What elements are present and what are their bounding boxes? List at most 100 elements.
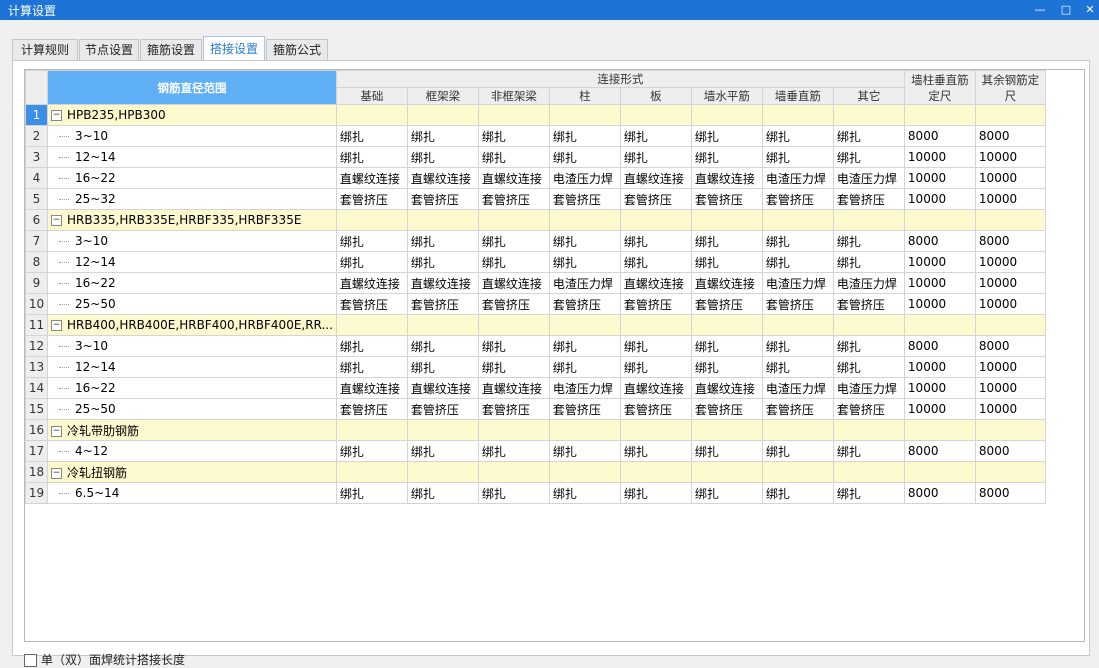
connection-cell[interactable] [761,104,834,126]
connection-cell[interactable] [974,104,1046,126]
connection-cell[interactable]: 绑扎 [406,251,479,273]
maximize-icon[interactable]: □ [1056,1,1076,19]
connection-cell[interactable] [548,104,621,126]
connection-cell[interactable] [974,209,1046,231]
connection-cell[interactable]: 10000 [974,251,1046,273]
connection-cell[interactable] [974,419,1046,441]
connection-cell[interactable]: 套管挤压 [335,188,408,210]
connection-cell[interactable]: 8000 [903,335,976,357]
connection-cell[interactable]: 绑扎 [832,146,905,168]
connection-cell[interactable]: 电渣压力焊 [548,272,621,294]
tab-node-settings[interactable]: 节点设置 [79,39,139,60]
connection-cell[interactable]: 10000 [903,188,976,210]
connection-cell[interactable]: 套管挤压 [619,188,692,210]
connection-cell[interactable]: 绑扎 [548,482,621,504]
connection-cell[interactable]: 直螺纹连接 [690,377,763,399]
group-row[interactable]: 1− HPB235,HPB300 [25,104,1046,126]
connection-cell[interactable]: 绑扎 [619,440,692,462]
connection-cell[interactable]: 绑扎 [690,251,763,273]
connection-cell[interactable] [690,419,763,441]
collapse-icon[interactable]: − [51,320,62,331]
row-number[interactable]: 17 [25,440,48,462]
connection-cell[interactable] [903,104,976,126]
range-cell[interactable]: − HRB400,HRB400E,HRBF400,HRBF400E,RR... [47,314,337,336]
connection-cell[interactable]: 10000 [974,377,1046,399]
connection-cell[interactable]: 8000 [974,230,1046,252]
collapse-icon[interactable]: − [51,215,62,226]
range-cell[interactable]: − 冷轧带肋钢筋 [47,419,337,441]
connection-cell[interactable] [548,419,621,441]
connection-cell[interactable]: 绑扎 [406,125,479,147]
connection-cell[interactable]: 套管挤压 [477,398,550,420]
connection-cell[interactable] [619,314,692,336]
connection-cell[interactable] [974,314,1046,336]
range-cell[interactable]: 25~50 [47,293,337,315]
connection-cell[interactable]: 绑扎 [761,251,834,273]
connection-cell[interactable] [761,209,834,231]
connection-cell[interactable]: 套管挤压 [832,188,905,210]
row-number[interactable]: 1 [25,104,48,126]
connection-cell[interactable]: 绑扎 [619,482,692,504]
table-row[interactable]: 7 3~10 绑扎 绑扎 绑扎 绑扎 绑扎 绑扎 绑扎 绑扎 8000 8000 [25,230,1046,252]
header-wall-column-length[interactable]: 墙柱垂直筋定尺 [903,70,976,105]
connection-cell[interactable]: 绑扎 [832,230,905,252]
connection-cell[interactable] [406,461,479,483]
connection-cell[interactable]: 电渣压力焊 [548,377,621,399]
connection-cell[interactable]: 绑扎 [761,125,834,147]
connection-cell[interactable] [335,461,408,483]
connection-cell[interactable]: 电渣压力焊 [832,167,905,189]
connection-cell[interactable]: 电渣压力焊 [761,272,834,294]
connection-cell[interactable]: 直螺纹连接 [406,377,479,399]
table-row[interactable]: 17 4~12 绑扎 绑扎 绑扎 绑扎 绑扎 绑扎 绑扎 绑扎 8000 8000 [25,440,1046,462]
connection-cell[interactable]: 绑扎 [406,356,479,378]
range-cell[interactable]: 3~10 [47,125,337,147]
connection-cell[interactable]: 电渣压力焊 [832,377,905,399]
row-number[interactable]: 16 [25,419,48,441]
tab-calc-rules[interactable]: 计算规则 [12,39,78,60]
connection-cell[interactable] [548,461,621,483]
group-row[interactable]: 16− 冷轧带肋钢筋 [25,419,1046,441]
connection-cell[interactable] [619,104,692,126]
collapse-icon[interactable]: − [51,110,62,121]
connection-cell[interactable]: 直螺纹连接 [335,272,408,294]
connection-cell[interactable]: 套管挤压 [335,293,408,315]
connection-cell[interactable]: 8000 [974,482,1046,504]
connection-cell[interactable] [548,314,621,336]
connection-cell[interactable]: 绑扎 [761,230,834,252]
connection-cell[interactable]: 套管挤压 [690,398,763,420]
row-number[interactable]: 11 [25,314,48,336]
range-cell[interactable]: 16~22 [47,167,337,189]
range-cell[interactable]: − HRB335,HRB335E,HRBF335,HRBF335E [47,209,337,231]
connection-cell[interactable]: 直螺纹连接 [335,377,408,399]
connection-cell[interactable]: 绑扎 [761,146,834,168]
table-row[interactable]: 4 16~22 直螺纹连接 直螺纹连接 直螺纹连接 电渣压力焊 直螺纹连接 直螺纹连接 电渣压力… [25,167,1046,189]
connection-cell[interactable] [406,209,479,231]
connection-cell[interactable]: 套管挤压 [477,293,550,315]
connection-cell[interactable]: 直螺纹连接 [477,377,550,399]
connection-cell[interactable]: 绑扎 [406,335,479,357]
range-cell[interactable]: 3~10 [47,335,337,357]
connection-cell[interactable]: 绑扎 [477,125,550,147]
connection-cell[interactable]: 套管挤压 [406,398,479,420]
connection-cell[interactable]: 绑扎 [761,335,834,357]
connection-cell[interactable]: 套管挤压 [477,188,550,210]
connection-cell[interactable]: 10000 [903,398,976,420]
connection-cell[interactable]: 套管挤压 [406,293,479,315]
connection-cell[interactable] [406,419,479,441]
range-cell[interactable]: 25~50 [47,398,337,420]
connection-cell[interactable]: 直螺纹连接 [619,272,692,294]
connection-cell[interactable]: 直螺纹连接 [690,272,763,294]
connection-cell[interactable] [832,419,905,441]
connection-cell[interactable]: 绑扎 [832,356,905,378]
table-row[interactable]: 9 16~22 直螺纹连接 直螺纹连接 直螺纹连接 电渣压力焊 直螺纹连接 直螺纹连接 电渣压力… [25,272,1046,294]
connection-cell[interactable]: 10000 [974,293,1046,315]
row-number[interactable]: 6 [25,209,48,231]
connection-cell[interactable]: 套管挤压 [690,293,763,315]
tab-lap-settings[interactable]: 搭接设置 [203,36,265,61]
connection-cell[interactable]: 绑扎 [477,440,550,462]
connection-cell[interactable] [690,104,763,126]
table-row[interactable]: 10 25~50 套管挤压 套管挤压 套管挤压 套管挤压 套管挤压 套管挤压 套管挤压 套管挤压 1… [25,293,1046,315]
connection-cell[interactable]: 绑扎 [335,125,408,147]
connection-cell[interactable]: 绑扎 [619,125,692,147]
connection-cell[interactable]: 套管挤压 [619,293,692,315]
